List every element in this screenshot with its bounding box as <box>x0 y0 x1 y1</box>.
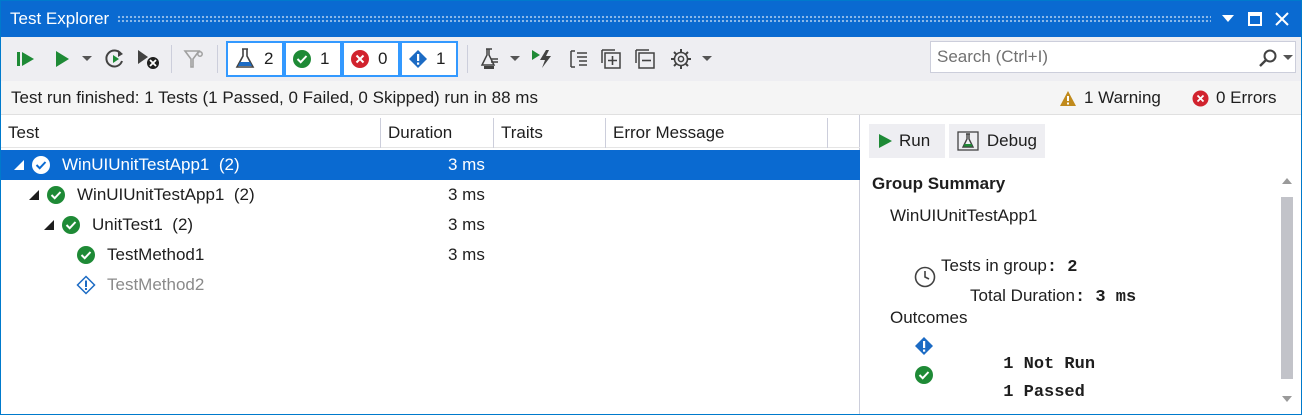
dropdown-arrow-icon[interactable] <box>1217 8 1239 30</box>
run-button-label: Run <box>899 131 931 150</box>
tree-row-duration: 3 ms <box>448 155 485 174</box>
run-status-bar: Test run finished: 1 Tests (1 Passed, 0 … <box>1 81 1301 115</box>
run-after-build-icon[interactable] <box>530 44 556 74</box>
passed-icon <box>77 246 95 264</box>
failed-icon <box>351 50 369 68</box>
details-scrollbar[interactable] <box>1278 173 1296 413</box>
passed-outcome-count: 1 <box>1003 383 1014 402</box>
scroll-down-arrow-icon[interactable] <box>1281 395 1293 403</box>
error-icon <box>1192 90 1209 106</box>
outcomes-heading: Outcomes <box>890 308 968 327</box>
column-header-error-message[interactable]: Error Message <box>606 118 828 148</box>
column-header-test[interactable]: Test <box>1 118 381 148</box>
tree-row[interactable]: UnitTest1 (2) 3 ms <box>1 210 860 240</box>
run-dropdown-icon[interactable] <box>81 44 93 74</box>
expander-arrow-icon[interactable] <box>28 189 40 201</box>
filter-icon[interactable] <box>181 44 207 74</box>
collapse-all-icon[interactable] <box>633 44 657 74</box>
column-headers: Test Duration Traits Error Message <box>1 118 860 148</box>
outcome-passed[interactable]: 1 Passed <box>942 364 1085 415</box>
tree-row-label: UnitTest1 (2) <box>92 215 194 234</box>
tree-row-duration: 3 ms <box>448 245 485 264</box>
search-box[interactable] <box>930 41 1296 73</box>
group-by-icon[interactable] <box>566 44 590 74</box>
total-duration-label: Total Duration <box>970 286 1075 305</box>
tree-row[interactable]: TestMethod1 3 ms <box>1 240 860 270</box>
passed-icon <box>32 156 50 174</box>
passed-icon <box>915 366 933 384</box>
tree-row[interactable]: WinUIUnitTestApp1 (2) 3 ms <box>1 150 860 180</box>
close-icon[interactable] <box>1271 8 1293 30</box>
group-summary-title: Group Summary <box>872 174 1006 193</box>
total-duration-value: 3 ms <box>1095 288 1137 307</box>
passed-outcome-label: Passed <box>1023 383 1085 402</box>
warning-icon <box>1060 90 1076 106</box>
group-name: WinUIUnitTestApp1 <box>890 206 1038 225</box>
search-options-dropdown-icon[interactable] <box>1283 55 1293 61</box>
failed-tests-button[interactable]: 0 <box>342 41 400 77</box>
passed-tests-button[interactable]: 1 <box>284 41 342 77</box>
tree-row[interactable]: WinUIUnitTestApp1 (2) 3 ms <box>1 180 860 210</box>
tree-row-label: WinUIUnitTestApp1 (2) <box>62 155 240 174</box>
errors-indicator[interactable]: 0 Errors <box>1192 88 1276 108</box>
passed-icon <box>62 216 80 234</box>
title-drag-grip[interactable] <box>117 15 1211 23</box>
debug-button[interactable]: Debug <box>949 124 1045 158</box>
total-tests-button[interactable]: 2 <box>226 41 284 77</box>
tree-row[interactable]: TestMethod2 <box>1 270 860 300</box>
settings-dropdown-icon[interactable] <box>701 44 713 74</box>
scrollbar-thumb[interactable] <box>1281 197 1293 379</box>
flask-icon <box>235 48 255 68</box>
repeat-last-run-icon[interactable] <box>103 44 127 74</box>
maximize-icon[interactable] <box>1244 8 1266 30</box>
title-bar: Test Explorer <box>1 1 1301 37</box>
expand-all-icon[interactable] <box>599 44 623 74</box>
tree-row-label: TestMethod2 <box>107 275 205 294</box>
not-run-count: 1 <box>436 49 446 68</box>
playlist-dropdown-icon[interactable] <box>509 44 521 74</box>
settings-gear-icon[interactable] <box>668 44 694 74</box>
warnings-count: 1 Warning <box>1084 88 1161 107</box>
expander-arrow-icon[interactable] <box>43 219 55 231</box>
not-run-icon <box>915 337 933 355</box>
passed-icon <box>293 50 311 68</box>
run-all-tests-icon[interactable] <box>15 44 37 74</box>
run-button[interactable]: Run <box>869 124 945 158</box>
run-icon <box>879 134 892 148</box>
run-icon[interactable] <box>51 44 73 74</box>
playlist-icon[interactable] <box>477 44 503 74</box>
total-duration: Total Duration: 3 ms <box>970 286 1137 307</box>
debug-flask-icon <box>957 131 979 151</box>
not-run-icon <box>409 50 427 68</box>
failed-count: 0 <box>378 49 388 68</box>
not-run-icon <box>76 275 96 295</box>
search-input[interactable] <box>937 46 1247 68</box>
tree-row-duration: 3 ms <box>448 215 485 234</box>
scroll-up-arrow-icon[interactable] <box>1281 177 1293 185</box>
details-pane: Run Debug Group Summary WinUIUnitTestApp… <box>861 115 1301 414</box>
search-icon[interactable] <box>1258 48 1278 68</box>
passed-icon <box>47 186 65 204</box>
expander-arrow-icon[interactable] <box>13 159 25 171</box>
passed-count: 1 <box>320 49 330 68</box>
cancel-run-icon[interactable] <box>136 44 162 74</box>
column-header-duration[interactable]: Duration <box>381 118 494 148</box>
tree-row-label: WinUIUnitTestApp1 (2) <box>77 185 255 204</box>
total-count: 2 <box>264 49 274 68</box>
not-run-tests-button[interactable]: 1 <box>400 41 458 77</box>
tree-row-duration: 3 ms <box>448 185 485 204</box>
errors-count: 0 Errors <box>1216 88 1277 107</box>
run-status-message: Test run finished: 1 Tests (1 Passed, 0 … <box>11 88 538 107</box>
tree-row-label: TestMethod1 <box>107 245 205 264</box>
test-tree-pane: Test Duration Traits Error Message WinUI… <box>1 115 860 414</box>
column-header-traits[interactable]: Traits <box>494 118 606 148</box>
debug-button-label: Debug <box>986 131 1037 150</box>
test-explorer-window: Test Explorer 2 1 0 1 Search (Ctrl+I) Te… <box>0 0 1302 415</box>
clock-icon <box>914 266 936 288</box>
toolbar: 2 1 0 1 <box>1 37 1301 81</box>
warnings-indicator[interactable]: 1 Warning <box>1059 88 1161 108</box>
window-title: Test Explorer <box>10 9 110 28</box>
